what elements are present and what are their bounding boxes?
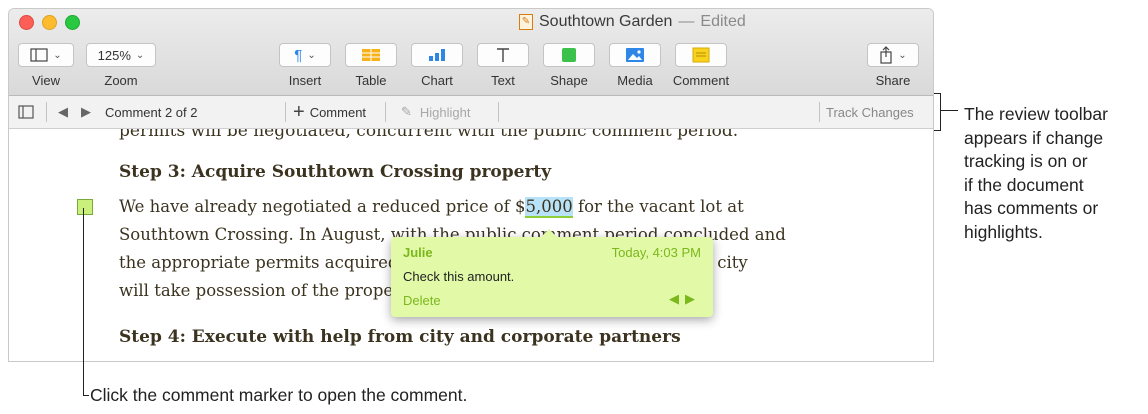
next-comment-button[interactable]: ▶ <box>81 96 91 128</box>
chevron-down-icon: ⌄ <box>53 49 62 61</box>
callout-line: highlights. <box>964 221 1043 242</box>
callout-line: appears if change <box>964 127 1104 148</box>
comment-label: Comment <box>672 73 730 88</box>
next-comment-icon[interactable]: ▶ <box>685 291 701 306</box>
comment-timestamp: Today, 4:03 PM <box>611 245 701 260</box>
minimize-window-button[interactable] <box>42 15 57 30</box>
window-title: ✎ Southtown Garden — Edited <box>519 13 746 31</box>
comment-button[interactable] <box>675 43 727 67</box>
divider <box>46 102 47 122</box>
text-icon <box>497 48 509 62</box>
paragraph-partial-line: permits will be negotiated, concurrent w… <box>119 129 739 141</box>
share-label: Share <box>875 73 911 88</box>
callout-leader <box>83 208 84 396</box>
share-icon <box>880 46 892 64</box>
view-label: View <box>32 73 60 88</box>
callout-leader <box>941 110 958 111</box>
comment-marker[interactable] <box>77 199 93 215</box>
comment-popup: Julie Today, 4:03 PM Check this amount. … <box>391 229 713 317</box>
table-button[interactable] <box>345 43 397 67</box>
comment-author: Julie <box>403 245 433 260</box>
callout-comment-marker: Click the comment marker to open the com… <box>90 385 468 405</box>
zoom-select[interactable]: 125% ⌄ <box>86 43 156 67</box>
commented-text[interactable]: 5,000 <box>525 197 573 218</box>
track-changes-button[interactable]: Track Changes <box>826 96 914 128</box>
text-run: for the vacant lot at <box>572 197 744 216</box>
add-comment-button[interactable]: + Comment <box>293 96 366 128</box>
paragraph-icon: ¶ <box>294 46 303 64</box>
comment-note-icon <box>692 47 710 63</box>
shape-label: Shape <box>550 73 588 88</box>
shape-icon <box>562 48 576 62</box>
callout-line: tracking is on or <box>964 151 1088 171</box>
highlight-label: Highlight <box>419 104 471 120</box>
plus-icon: + <box>293 100 305 123</box>
title-separator: — <box>678 13 695 30</box>
table-icon <box>362 49 380 61</box>
edited-status: Edited <box>700 13 746 30</box>
highlighter-icon: ✎ <box>401 104 412 119</box>
close-window-button[interactable] <box>19 15 34 30</box>
callout-leader <box>83 395 89 396</box>
callout-line: The review toolbar <box>964 104 1108 124</box>
toolbar: ✎ Southtown Garden — Edited ⌄ View 125% … <box>9 9 933 96</box>
media-icon <box>626 48 644 62</box>
text-label: Text <box>491 73 515 88</box>
insert-label: Insert <box>288 73 322 88</box>
chevron-down-icon: ⌄ <box>307 49 316 61</box>
zoom-value: 125% <box>97 47 131 63</box>
delete-comment-button[interactable]: Delete <box>403 293 441 308</box>
chevron-down-icon: ⌄ <box>135 49 145 61</box>
divider <box>819 102 820 122</box>
zoom-window-button[interactable] <box>65 15 80 30</box>
table-label: Table <box>355 73 387 88</box>
insert-button[interactable]: ¶ ⌄ <box>279 43 331 67</box>
comment-navigation: ◀▶ <box>669 291 701 307</box>
right-arrow-icon: ▶ <box>81 104 91 119</box>
highlight-button[interactable]: ✎ Highlight <box>401 96 471 128</box>
previous-comment-icon[interactable]: ◀ <box>669 291 685 306</box>
window-controls <box>19 15 80 30</box>
view-sidebar-icon <box>30 48 48 62</box>
comment-counter: Comment 2 of 2 <box>105 104 198 120</box>
view-button[interactable]: ⌄ <box>18 43 74 67</box>
previous-comment-button[interactable]: ◀ <box>58 96 68 128</box>
divider <box>385 102 386 122</box>
document-name: Southtown Garden <box>539 13 673 30</box>
callout-review-toolbar: The review toolbar appears if change tra… <box>964 103 1108 244</box>
media-label: Media <box>617 73 653 88</box>
comments-sidebar-button[interactable] <box>18 96 34 128</box>
chart-button[interactable] <box>411 43 463 67</box>
callout-line: has comments or <box>964 198 1099 218</box>
zoom-label: Zoom <box>104 73 138 88</box>
popup-pointer <box>541 229 557 237</box>
divider <box>498 102 499 122</box>
shape-button[interactable] <box>543 43 595 67</box>
heading-step-3: Step 3: Acquire Southtown Crossing prope… <box>119 162 552 182</box>
share-button[interactable]: ⌄ <box>867 43 919 67</box>
sidebar-icon <box>18 105 34 119</box>
chart-icon <box>429 49 445 61</box>
add-comment-label: Comment <box>309 104 367 120</box>
callout-bracket <box>934 93 941 131</box>
media-button[interactable] <box>609 43 661 67</box>
chart-label: Chart <box>421 73 453 88</box>
chevron-down-icon: ⌄ <box>898 49 907 61</box>
paragraph-line: will take possession of the property. <box>119 281 421 300</box>
comment-text[interactable]: Check this amount. <box>403 269 514 284</box>
text-run: We have already negotiated a reduced pri… <box>119 197 526 216</box>
left-arrow-icon: ◀ <box>58 104 68 119</box>
text-button[interactable] <box>477 43 529 67</box>
review-toolbar: ◀ ▶ Comment 2 of 2 + Comment ✎ Highlight… <box>9 96 933 129</box>
pages-document-icon: ✎ <box>519 14 533 30</box>
callout-line: if the document <box>964 174 1084 195</box>
paragraph-line: We have already negotiated a reduced pri… <box>119 197 744 218</box>
heading-step-4: Step 4: Execute with help from city and … <box>119 327 681 347</box>
divider <box>285 102 286 122</box>
